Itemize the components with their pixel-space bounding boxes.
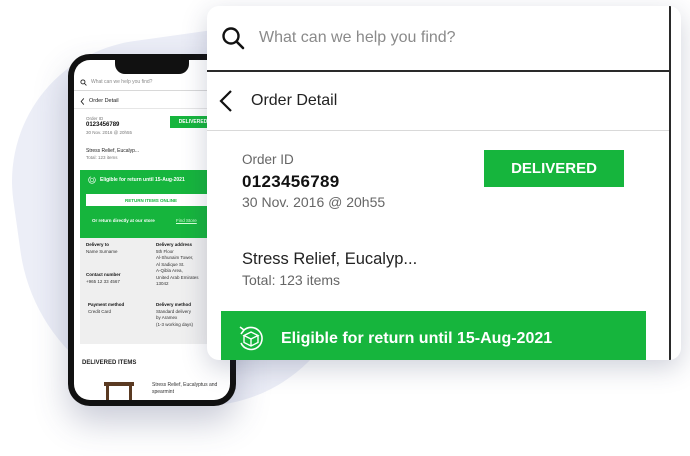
back-chevron-icon[interactable] bbox=[80, 97, 85, 105]
find-store-link[interactable]: Find Store bbox=[176, 218, 197, 223]
phone-notch bbox=[115, 60, 189, 74]
phone-eligible-text: Eligible for return until 15-Aug-2021 bbox=[100, 177, 185, 183]
order-id: 0123456789 bbox=[242, 172, 340, 191]
contact-value: +965 12 33 4567 bbox=[86, 278, 120, 284]
address-block: Delivery address 5th Floor Al-Shunaim To… bbox=[156, 242, 199, 288]
phone-order-id-label: Order ID bbox=[86, 116, 104, 121]
method-label: Delivery method bbox=[156, 302, 192, 307]
product-thumbnail[interactable] bbox=[104, 382, 134, 400]
phone-product-name: Stress Relief, Eucalyp... bbox=[86, 148, 140, 154]
delivered-items-heading: DELIVERED ITEMS bbox=[82, 360, 137, 366]
zoomed-order-card: What can we help you find? Order Detail … bbox=[207, 6, 681, 360]
phone-product-total: Total: 123 items bbox=[86, 155, 118, 160]
product-total: Total: 123 items bbox=[242, 272, 341, 288]
phone-store-text: Or return directly at our store bbox=[92, 218, 155, 223]
search-input[interactable]: What can we help you find? bbox=[259, 29, 456, 47]
card-edge-divider bbox=[669, 6, 671, 360]
back-chevron-icon[interactable] bbox=[219, 89, 233, 113]
search-bar[interactable]: What can we help you find? bbox=[207, 6, 671, 72]
product-name: Stress Relief, Eucalyp... bbox=[242, 250, 418, 268]
status-badge: DELIVERED bbox=[484, 150, 624, 187]
phone-order-date: 30 Nov. 2016 @ 20h55 bbox=[86, 130, 133, 135]
delivery-to-block: Delivery to Name Surname bbox=[86, 242, 118, 255]
order-id-label: Order ID bbox=[242, 152, 294, 167]
order-date: 30 Nov. 2016 @ 20h55 bbox=[242, 194, 386, 210]
method-line: (1-3 working days) bbox=[156, 321, 194, 327]
delivered-item-name[interactable]: Stress Relief, Eucalyptus and spearmint bbox=[152, 382, 222, 396]
eligible-return-banner[interactable]: Eligible for return until 15-Aug-2021 bbox=[221, 311, 646, 360]
search-icon bbox=[80, 78, 87, 86]
address-line: 13042 bbox=[156, 281, 169, 286]
contact-block: Contact number +965 12 33 4567 bbox=[86, 272, 121, 285]
payment-value: Credit Card bbox=[88, 308, 112, 314]
phone-eligible-banner: Eligible for return until 15-Aug-2021 bbox=[88, 176, 185, 184]
search-icon bbox=[221, 26, 245, 50]
address-line: Al-Shunaim Tower, bbox=[156, 255, 194, 260]
phone-page-title: Order Detail bbox=[89, 98, 119, 104]
page-header: Order Detail bbox=[207, 72, 669, 131]
eligible-text: Eligible for return until 15-Aug-2021 bbox=[281, 330, 553, 347]
return-box-icon bbox=[88, 176, 96, 184]
delivery-method-block: Delivery method Standard delivery by Ara… bbox=[156, 302, 193, 328]
return-items-online-button[interactable]: RETURN ITEMS ONLINE bbox=[86, 194, 216, 206]
page-title: Order Detail bbox=[251, 92, 338, 109]
phone-search-placeholder: What can we help you find? bbox=[91, 79, 153, 85]
payment-block: Payment method Credit Card bbox=[88, 302, 124, 315]
phone-order-id: 0123456789 bbox=[86, 122, 120, 128]
delivery-to-name: Name Surname bbox=[86, 248, 118, 254]
return-box-icon bbox=[235, 323, 267, 355]
